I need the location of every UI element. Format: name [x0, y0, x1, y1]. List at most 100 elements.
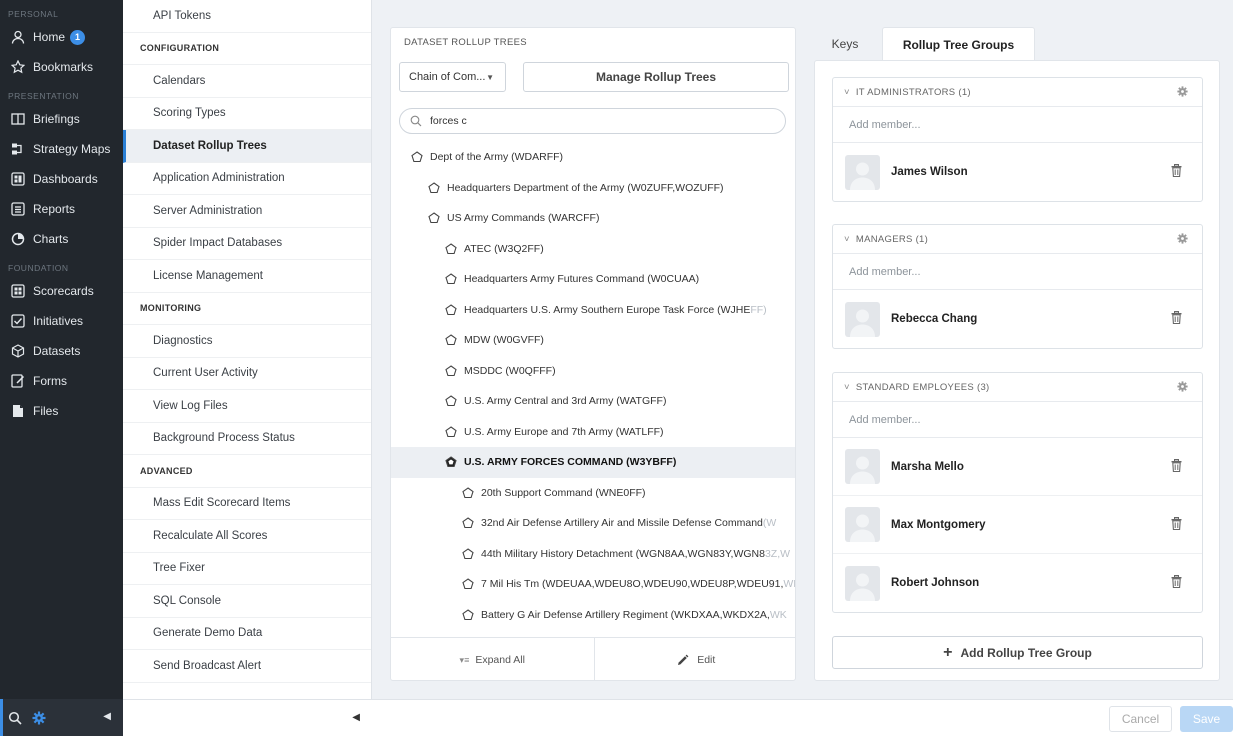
nav-item-home[interactable]: Home 1: [0, 22, 123, 52]
nav-item-forms[interactable]: Forms: [0, 366, 123, 396]
gear-icon[interactable]: [1177, 86, 1188, 100]
tree-node[interactable]: Headquarters Army Futures Command (W0CUA…: [391, 264, 795, 295]
nav-item-bookmarks[interactable]: Bookmarks: [0, 52, 123, 82]
group-header[interactable]: ˅ MANAGERS (1): [833, 225, 1202, 254]
search-icon[interactable]: [8, 711, 22, 725]
member-name: Max Montgomery: [891, 518, 986, 531]
plus-icon: +: [943, 643, 953, 661]
trash-icon[interactable]: [1171, 459, 1182, 475]
tree-node[interactable]: US Army Commands (WARCFF): [391, 203, 795, 234]
chevron-down-icon[interactable]: ˅: [844, 234, 850, 245]
add-rollup-tree-group-button[interactable]: + Add Rollup Tree Group: [832, 636, 1203, 669]
tree-node[interactable]: Battery G Air Defense Artillery Regiment…: [391, 600, 795, 631]
tab-rollup-tree-groups[interactable]: Rollup Tree Groups: [882, 27, 1035, 61]
add-member-input[interactable]: Add member...: [833, 402, 1202, 438]
tree-node[interactable]: U.S. Army Europe and 7th Army (WATLFF): [391, 417, 795, 448]
chevron-down-icon[interactable]: ˅: [844, 87, 850, 98]
chevron-down-icon[interactable]: ˅: [844, 382, 850, 393]
expand-all-button[interactable]: ▾≡ Expand All: [391, 638, 595, 680]
tree-node-label: Dept of the Army (WDARFF): [430, 151, 564, 164]
admin-item-sql-console[interactable]: SQL Console: [123, 585, 371, 618]
nav-item-charts[interactable]: Charts: [0, 224, 123, 254]
nav-item-label: Home: [33, 30, 66, 44]
tree-node[interactable]: Dept of the Army (WDARFF): [391, 142, 795, 173]
group-header[interactable]: ˅ STANDARD EMPLOYEES (3): [833, 373, 1202, 402]
rollup-tree-groups-panel: + Add Rollup Tree Group ˅ IT ADMINISTRATOR…: [814, 60, 1220, 681]
manage-rollup-trees-button[interactable]: Manage Rollup Trees: [523, 62, 789, 92]
admin-item-generate-demo-data[interactable]: Generate Demo Data: [123, 618, 371, 650]
admin-item-api-tokens[interactable]: API Tokens: [123, 0, 371, 33]
expand-icon: ▾≡: [459, 654, 470, 665]
nav-item-datasets[interactable]: Datasets: [0, 336, 123, 366]
collapse-menu-icon[interactable]: ◀: [352, 712, 360, 723]
nav-item-strategy-maps[interactable]: Strategy Maps: [0, 134, 123, 164]
nav-item-reports[interactable]: Reports: [0, 194, 123, 224]
nav-item-initiatives[interactable]: Initiatives: [0, 306, 123, 336]
right-tabs: Keys Rollup Tree Groups: [814, 27, 1220, 61]
tree-node-label: US Army Commands (WARCFF): [447, 212, 600, 225]
nav-item-label: Dashboards: [33, 172, 98, 186]
tree-list: Dept of the Army (WDARFF) Headquarters De…: [391, 142, 795, 638]
gear-icon[interactable]: [1177, 381, 1188, 395]
tree-node[interactable]: 44th Military History Detachment (WGN8AA…: [391, 539, 795, 570]
admin-item-server-administration[interactable]: Server Administration: [123, 195, 371, 228]
tree-node[interactable]: U.S. ARMY FORCES COMMAND (W3YBFF): [391, 447, 795, 478]
trash-icon[interactable]: [1171, 311, 1182, 327]
admin-item-current-user-activity[interactable]: Current User Activity: [123, 358, 371, 390]
admin-item-tree-fixer[interactable]: Tree Fixer: [123, 553, 371, 585]
group-title: MANAGERS (1): [855, 233, 929, 245]
group-header[interactable]: ˅ IT ADMINISTRATORS (1): [833, 78, 1202, 107]
group-title: STANDARD EMPLOYEES (3): [855, 381, 990, 393]
tree-node[interactable]: 32nd Air Defense Artillery Air and Missi…: [391, 508, 795, 539]
tree-node[interactable]: 7 Mil His Tm (WDEUAA,WDEU8O,WDEU90,WDEU8…: [391, 569, 795, 600]
nav-item-briefings[interactable]: Briefings: [0, 104, 123, 134]
tree-node[interactable]: Headquarters U.S. Army Southern Europe T…: [391, 295, 795, 326]
trash-icon[interactable]: [1171, 575, 1182, 591]
tree-select[interactable]: Chain of Com... ▼: [399, 62, 506, 92]
admin-item-send-broadcast-alert[interactable]: Send Broadcast Alert: [123, 650, 371, 683]
admin-item-view-log-files[interactable]: View Log Files: [123, 390, 371, 423]
tree-node[interactable]: U.S. Army Central and 3rd Army (WATGFF): [391, 386, 795, 417]
admin-item-mass-edit-scorecard-items[interactable]: Mass Edit Scorecard Items: [123, 488, 371, 520]
tab-keys[interactable]: Keys: [814, 27, 876, 60]
nav-item-scorecards[interactable]: Scorecards: [0, 276, 123, 306]
gear-icon[interactable]: [32, 711, 46, 725]
add-member-input[interactable]: Add member...: [833, 107, 1202, 143]
nav-item-label: Briefings: [33, 112, 80, 126]
gear-icon[interactable]: [1177, 233, 1188, 247]
trash-icon[interactable]: [1171, 517, 1182, 533]
admin-item-calendars[interactable]: Calendars: [123, 65, 371, 98]
admin-item-dataset-rollup-trees[interactable]: Dataset Rollup Trees: [123, 130, 371, 163]
admin-item-application-administration[interactable]: Application Administration: [123, 163, 371, 195]
collapse-nav-icon[interactable]: ◀: [103, 711, 111, 722]
tree-search-input[interactable]: forces c: [399, 108, 786, 134]
tree-node-label: U.S. Army Europe and 7th Army (WATLFF): [464, 425, 664, 438]
admin-item-diagnostics[interactable]: Diagnostics: [123, 325, 371, 358]
member-row: Marsha Mello: [833, 438, 1202, 496]
tree-node[interactable]: ATEC (W3Q2FF): [391, 234, 795, 265]
add-member-input[interactable]: Add member...: [833, 254, 1202, 290]
tree-node[interactable]: MDW (W0GVFF): [391, 325, 795, 356]
tree-node[interactable]: MSDDC (W0QFFF): [391, 356, 795, 387]
rollup-tree-panel: DATASET ROLLUP TREES Chain of Com... ▼ M…: [390, 27, 796, 681]
admin-item-recalculate-all-scores[interactable]: Recalculate All Scores: [123, 520, 371, 553]
tree-node-label: Battery G Air Defense Artillery Regiment…: [481, 608, 770, 621]
nav-item-files[interactable]: Files: [0, 396, 123, 426]
tree-search-value: forces c: [430, 115, 467, 127]
avatar: [845, 154, 880, 190]
strategy-map-icon: [10, 141, 26, 157]
nav-item-dashboards[interactable]: Dashboards: [0, 164, 123, 194]
expand-all-label: Expand All: [475, 654, 525, 666]
trash-icon[interactable]: [1171, 164, 1182, 180]
tree-node[interactable]: Headquarters Department of the Army (W0Z…: [391, 173, 795, 204]
admin-item-background-process-status[interactable]: Background Process Status: [123, 423, 371, 455]
member-group: ˅ IT ADMINISTRATORS (1) Add member... James…: [832, 77, 1203, 202]
tree-node[interactable]: 20th Support Command (WNE0FF): [391, 478, 795, 509]
admin-item-spider-impact-databases[interactable]: Spider Impact Databases: [123, 228, 371, 260]
cancel-button[interactable]: Cancel: [1109, 706, 1172, 732]
save-button[interactable]: Save: [1180, 706, 1233, 732]
admin-item-scoring-types[interactable]: Scoring Types: [123, 98, 371, 130]
edit-button[interactable]: Edit: [595, 638, 796, 680]
admin-item-license-management[interactable]: License Management: [123, 260, 371, 293]
nav-item-label: Datasets: [33, 344, 81, 358]
